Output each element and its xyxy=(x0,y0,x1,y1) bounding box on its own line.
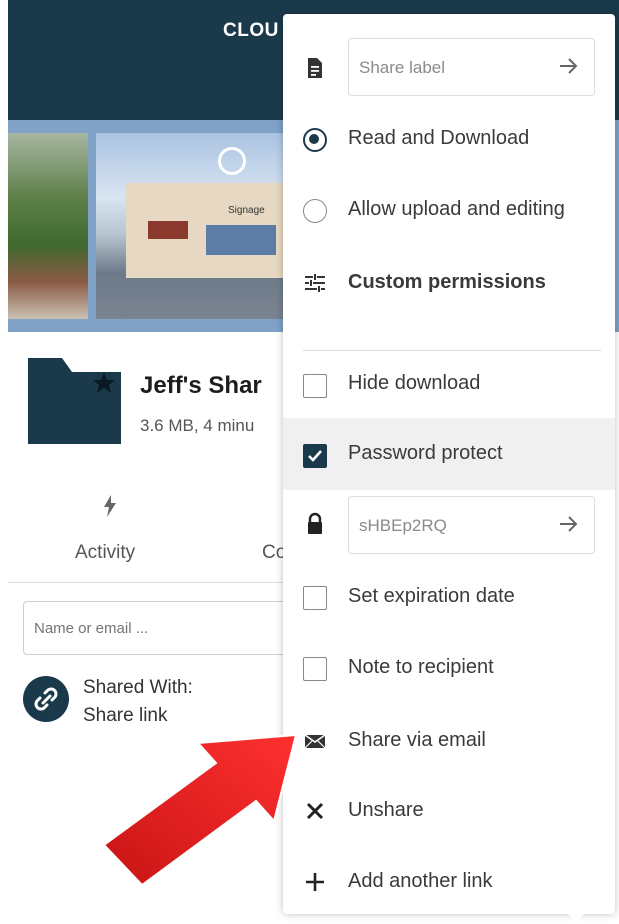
share-email-item[interactable]: Share via email xyxy=(283,706,615,776)
share-email-label: Share via email xyxy=(348,729,486,751)
hide-download-label: Hide download xyxy=(348,372,481,394)
read-download-radio[interactable] xyxy=(303,128,327,152)
radio-allow-upload[interactable]: Allow upload and editing xyxy=(283,174,615,246)
annotation-arrow xyxy=(102,733,298,887)
add-link-item[interactable]: Add another link xyxy=(283,848,615,914)
share-label-placeholder: Share label xyxy=(359,58,446,77)
set-expiration-label: Set expiration date xyxy=(348,585,515,607)
sliders-icon xyxy=(305,274,325,292)
folder-title: Jeff's Shar xyxy=(140,372,262,399)
menu-separator xyxy=(303,350,601,351)
allow-upload-radio[interactable] xyxy=(303,199,327,223)
unshare-label: Unshare xyxy=(348,799,424,821)
share-search-input[interactable] xyxy=(23,601,323,655)
set-expiration-checkbox[interactable] xyxy=(303,586,327,610)
note-recipient-checkbox[interactable] xyxy=(303,657,327,681)
password-row: sHBEp2RQ xyxy=(283,492,615,560)
hide-download-item[interactable]: Hide download xyxy=(283,352,615,418)
add-link-label: Add another link xyxy=(348,870,493,892)
password-value: sHBEp2RQ xyxy=(359,516,447,535)
share-link-label: Share link xyxy=(83,705,168,726)
password-protect-label: Password protect xyxy=(348,442,503,464)
unshare-item[interactable]: Unshare xyxy=(283,776,615,846)
allow-upload-label: Allow upload and editing xyxy=(348,198,565,220)
tabs-divider xyxy=(8,582,298,583)
folder-meta: 3.6 MB, 4 minu xyxy=(140,416,255,435)
custom-permissions-label: Custom permissions xyxy=(348,271,546,293)
link-icon xyxy=(34,687,58,711)
checkmark-icon xyxy=(308,450,322,462)
storefront-photo: Signage xyxy=(96,133,306,319)
password-protect-item[interactable]: Password protect xyxy=(283,418,615,490)
shared-with-label: Shared With: xyxy=(83,677,193,698)
share-label-field[interactable]: Share label xyxy=(348,38,595,96)
read-download-label: Read and Download xyxy=(348,127,530,149)
hide-download-checkbox[interactable] xyxy=(303,374,327,398)
share-link-avatar xyxy=(23,676,69,722)
note-recipient-item[interactable]: Note to recipient xyxy=(283,634,615,704)
magnifier-icon xyxy=(218,147,246,175)
shared-folder-icon xyxy=(28,358,121,444)
garden-photo xyxy=(8,133,88,319)
password-field[interactable]: sHBEp2RQ xyxy=(348,496,595,554)
set-expiration-item[interactable]: Set expiration date xyxy=(283,562,615,632)
note-recipient-label: Note to recipient xyxy=(348,656,494,678)
radio-read-download[interactable]: Read and Download xyxy=(283,104,615,174)
custom-permissions-item[interactable]: Custom permissions xyxy=(283,246,615,318)
lightning-icon xyxy=(104,495,116,517)
menu-caret xyxy=(566,912,586,922)
share-options-menu: Share label Read and Download Allow uplo… xyxy=(283,14,615,914)
arrow-right-icon[interactable] xyxy=(558,513,578,535)
arrow-right-icon[interactable] xyxy=(558,55,578,77)
tab-activity[interactable]: Activity xyxy=(75,542,135,564)
document-icon xyxy=(308,58,322,78)
lock-icon xyxy=(308,512,322,534)
signage-text: Signage xyxy=(228,205,265,216)
password-protect-checkbox[interactable] xyxy=(303,444,327,468)
share-label-row: Share label xyxy=(283,36,615,102)
brand-logo-text: CLOU xyxy=(223,20,279,41)
